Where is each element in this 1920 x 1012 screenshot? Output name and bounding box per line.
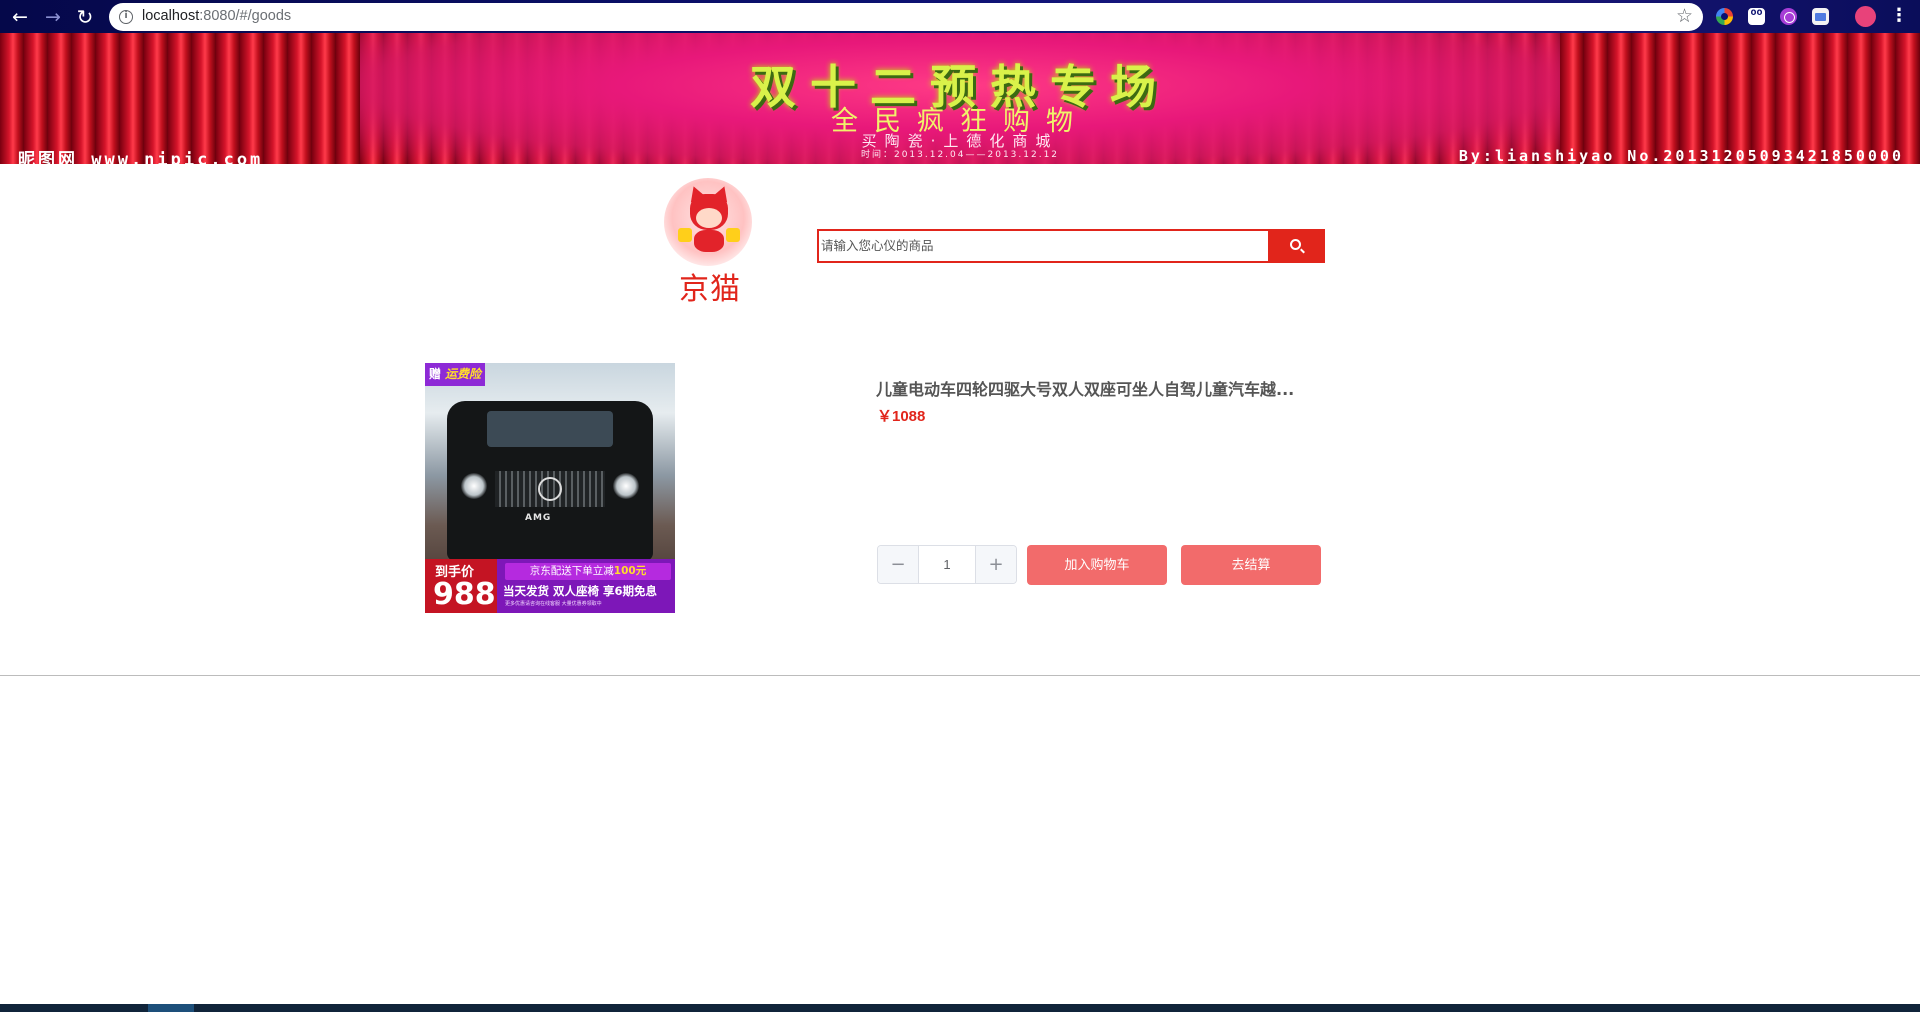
banner-watermark-right: By:lianshiyao No.20131205093421850000 <box>1458 147 1904 164</box>
gift-tag: 赠运费险 <box>425 363 486 386</box>
image-promo-amount: 100元 <box>613 565 647 577</box>
url-text[interactable]: localhost:8080/#/goods <box>142 8 291 24</box>
increase-quantity-button[interactable]: + <box>975 546 1016 583</box>
gift-tag-label: 赠 <box>429 367 442 381</box>
browser-toolbar: ← → ↻ i localhost:8080/#/goods ☆ ⋮ <box>0 0 1920 33</box>
url-host: localhost <box>142 8 200 24</box>
image-promo-text: 京东配送下单立减 <box>529 565 614 577</box>
search-icon <box>1290 239 1301 250</box>
product-title: 儿童电动车四轮四驱大号双人双座可坐人自驾儿童汽车越... <box>876 380 1295 399</box>
checkout-button[interactable]: 去结算 <box>1181 545 1321 585</box>
cat-mascot-icon <box>664 178 752 266</box>
quantity-stepper: − 1 + <box>877 545 1017 584</box>
add-to-cart-button[interactable]: 加入购物车 <box>1027 545 1167 585</box>
search-input[interactable] <box>819 231 1268 261</box>
forward-icon[interactable]: → <box>40 4 66 30</box>
back-icon[interactable]: ← <box>7 4 33 30</box>
image-promo-strip: 京东配送下单立减100元 <box>505 563 671 580</box>
content-divider <box>0 675 1920 676</box>
shopping-bag-icon <box>726 228 740 242</box>
toy-car-headlight <box>613 473 639 499</box>
os-taskbar <box>0 1004 1920 1012</box>
quantity-input[interactable]: 1 <box>919 546 975 583</box>
toy-car-headlight <box>461 473 487 499</box>
mascot-body <box>694 230 724 252</box>
url-path: :8080/#/goods <box>199 8 292 24</box>
menu-dots-icon[interactable]: ⋮ <box>1890 4 1908 28</box>
gift-tag-text: 运费险 <box>445 367 482 381</box>
search-button[interactable] <box>1268 229 1325 263</box>
image-promo-desc: 当天发货 双人座椅 享6期免息 <box>503 584 658 598</box>
decrease-quantity-button[interactable]: − <box>878 546 919 583</box>
image-promo-fine-print: 更多优惠请咨询在线客服 大量优惠券领取中 <box>505 601 602 607</box>
image-price-panel: 到手价 988 京东配送下单立减100元 当天发货 双人座椅 享6期免息 更多优… <box>425 559 675 613</box>
profile-avatar[interactable] <box>1855 6 1876 27</box>
glasses-extension-icon[interactable] <box>1748 7 1765 25</box>
reload-icon[interactable]: ↻ <box>72 4 98 30</box>
taskbar-item[interactable] <box>148 1004 194 1012</box>
color-wheel-extension-icon[interactable] <box>1716 8 1733 25</box>
image-price-value: 988 <box>433 577 496 612</box>
toy-car-windshield <box>487 411 613 447</box>
product-price: ￥1088 <box>877 408 926 425</box>
banner-watermark-left: 昵图网 www.nipic.com <box>18 150 264 164</box>
star-icon[interactable]: ☆ <box>1676 5 1693 27</box>
globe-extension-icon[interactable] <box>1780 8 1797 25</box>
product-image[interactable]: AMG 赠运费险 到手价 988 京东配送下单立减100元 当天发货 双人座椅 … <box>425 363 675 613</box>
shopping-bag-icon <box>678 228 692 242</box>
info-icon[interactable]: i <box>119 10 133 24</box>
search-box <box>817 229 1268 263</box>
mascot-face <box>696 208 722 228</box>
window-extension-icon[interactable] <box>1812 8 1829 25</box>
address-bar[interactable]: i localhost:8080/#/goods ☆ <box>109 3 1703 31</box>
logo-text: 京猫 <box>679 272 741 307</box>
car-emblem-icon <box>538 477 562 501</box>
site-logo[interactable]: 京猫 <box>642 172 778 307</box>
promo-banner[interactable]: 双十二预热专场 全民疯狂购物 买陶瓷·上德化商城 时间：2013.12.04——… <box>0 33 1920 164</box>
car-badge: AMG <box>525 513 552 523</box>
